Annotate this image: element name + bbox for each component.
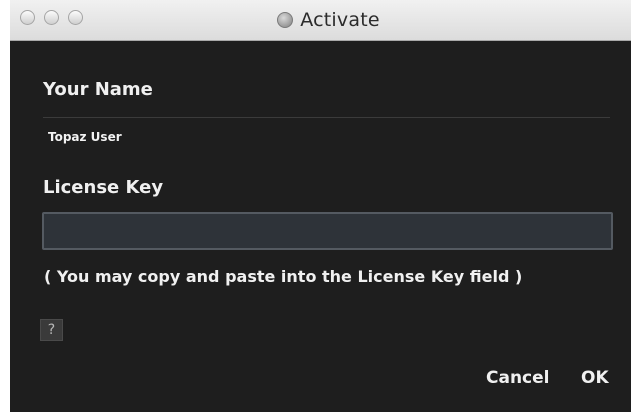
your-name-label: Your Name [43,79,153,100]
app-globe-icon [277,12,294,28]
your-name-value: Topaz User [48,130,122,144]
activate-window: Activate Your Name Topaz User License Ke… [10,0,631,412]
cancel-button[interactable]: Cancel [486,366,549,390]
ok-button[interactable]: OK [581,366,609,390]
title-bar: Activate [10,0,631,41]
help-button[interactable]: ? [40,319,63,341]
title-wrap: Activate [10,0,631,40]
license-key-hint: ( You may copy and paste into the Licens… [44,267,523,286]
dialog-content: Your Name Topaz User License Key ( You m… [10,41,631,412]
license-key-input[interactable] [42,212,613,250]
name-divider [43,117,610,118]
license-key-label: License Key [43,177,164,198]
window-title: Activate [300,9,380,31]
